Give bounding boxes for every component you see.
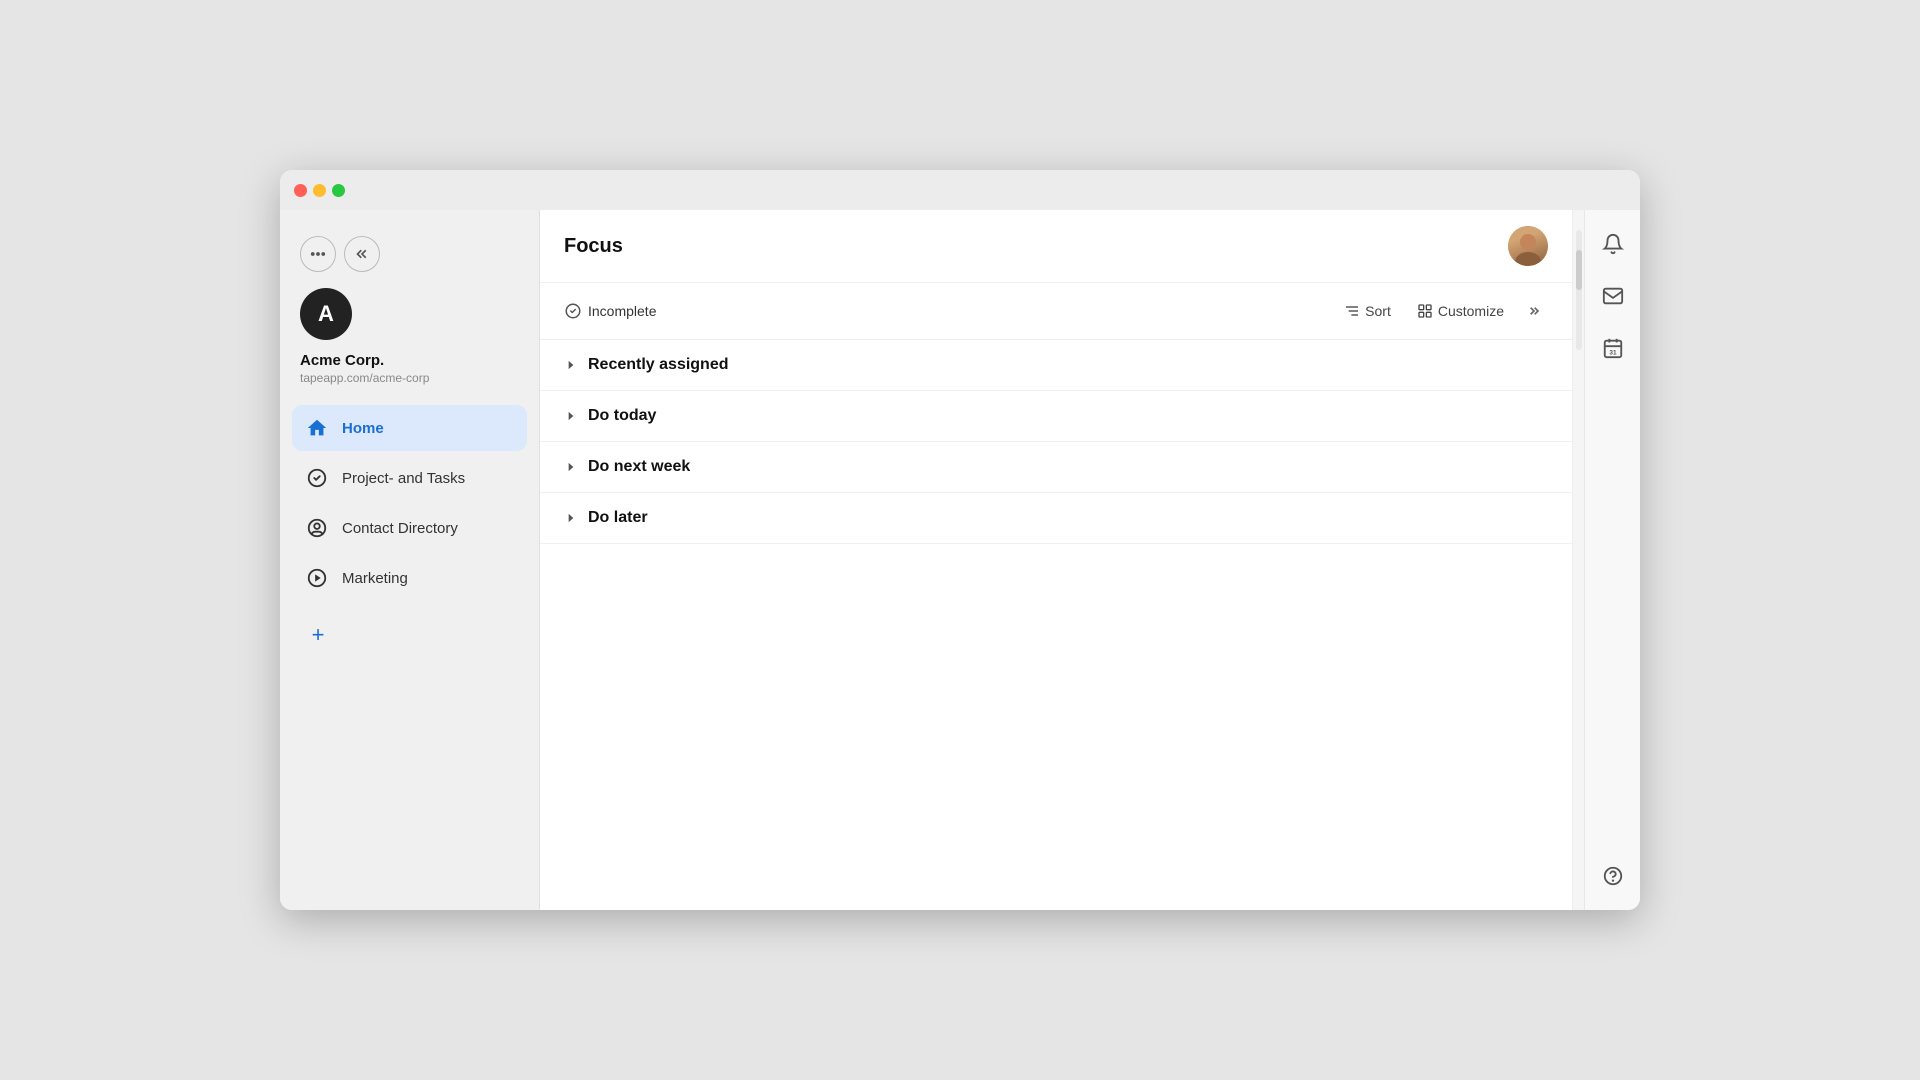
help-icon xyxy=(1602,865,1624,887)
task-group-header-do-later[interactable]: Do later xyxy=(564,493,1548,543)
main-header: Focus xyxy=(540,210,1572,283)
task-group-header-do-today[interactable]: Do today xyxy=(564,391,1548,441)
filter-left: Incomplete xyxy=(564,302,656,320)
customize-label: Customize xyxy=(1438,303,1504,319)
sort-button[interactable]: Sort xyxy=(1334,297,1401,325)
scrollbar-area xyxy=(1572,210,1584,910)
svg-text:31: 31 xyxy=(1609,349,1617,356)
filter-bar: Incomplete Sort xyxy=(540,283,1572,340)
sidebar-item-project-tasks-label: Project- and Tasks xyxy=(342,470,465,487)
sidebar-item-project-tasks[interactable]: Project- and Tasks xyxy=(292,455,527,501)
avatar-image xyxy=(1508,226,1548,266)
person-circle-icon xyxy=(304,515,330,541)
task-group-recently-assigned: Recently assigned xyxy=(540,340,1572,391)
task-group-title-do-today: Do today xyxy=(588,407,656,425)
circle-check-icon xyxy=(304,465,330,491)
chevron-right-icon xyxy=(564,511,578,525)
company-logo: A xyxy=(300,288,352,340)
sidebar-item-contact-directory-label: Contact Directory xyxy=(342,520,458,537)
task-group-header-do-next-week[interactable]: Do next week xyxy=(564,442,1548,492)
traffic-lights xyxy=(294,184,345,197)
minimize-button[interactable] xyxy=(313,184,326,197)
scrollbar-thumb[interactable] xyxy=(1576,250,1582,290)
calendar-icon: 31 xyxy=(1602,337,1624,359)
chevron-right-icon xyxy=(564,409,578,423)
task-group-do-next-week: Do next week xyxy=(540,442,1572,493)
status-filter[interactable]: Incomplete xyxy=(564,302,656,320)
home-icon xyxy=(304,415,330,441)
right-sidebar: 31 xyxy=(1584,210,1640,910)
close-button[interactable] xyxy=(294,184,307,197)
calendar-button[interactable]: 31 xyxy=(1595,330,1631,366)
main-content: Focus xyxy=(540,210,1572,910)
sidebar-item-marketing[interactable]: Marketing xyxy=(292,555,527,601)
task-list: Recently assigned Do today xyxy=(540,340,1572,910)
sidebar-item-home-label: Home xyxy=(342,420,384,437)
sidebar-header: A Acme Corp. tapeapp.com/acme-corp xyxy=(280,280,539,405)
sidebar-item-marketing-label: Marketing xyxy=(342,570,408,587)
maximize-button[interactable] xyxy=(332,184,345,197)
add-item-button[interactable]: + xyxy=(304,621,332,649)
task-group-do-today: Do today xyxy=(540,391,1572,442)
sidebar-add-section: + xyxy=(280,609,539,661)
mail-icon xyxy=(1602,285,1624,307)
user-avatar[interactable] xyxy=(1508,226,1548,266)
sidebar-item-home[interactable]: Home xyxy=(292,405,527,451)
sidebar-item-contact-directory[interactable]: Contact Directory xyxy=(292,505,527,551)
sidebar-topbar xyxy=(280,226,539,272)
mail-button[interactable] xyxy=(1595,278,1631,314)
help-button[interactable] xyxy=(1595,858,1631,894)
task-group-title-do-next-week: Do next week xyxy=(588,458,690,476)
page-title: Focus xyxy=(564,235,623,258)
expand-button[interactable] xyxy=(1520,297,1548,325)
chevron-right-icon xyxy=(564,460,578,474)
task-group-title-do-later: Do later xyxy=(588,509,648,527)
incomplete-icon xyxy=(564,302,582,320)
more-options-button[interactable] xyxy=(300,236,336,272)
company-name: Acme Corp. xyxy=(300,352,519,369)
titlebar xyxy=(280,170,1640,210)
app-window: A Acme Corp. tapeapp.com/acme-corp Home xyxy=(280,170,1640,910)
sidebar-nav: Home Project- and Tasks xyxy=(280,405,539,601)
customize-icon xyxy=(1417,303,1433,319)
task-group-title-recently-assigned: Recently assigned xyxy=(588,356,729,374)
app-body: A Acme Corp. tapeapp.com/acme-corp Home xyxy=(280,210,1640,910)
company-url: tapeapp.com/acme-corp xyxy=(300,371,519,385)
notifications-button[interactable] xyxy=(1595,226,1631,262)
sidebar: A Acme Corp. tapeapp.com/acme-corp Home xyxy=(280,210,540,910)
task-group-header-recently-assigned[interactable]: Recently assigned xyxy=(564,340,1548,390)
filter-right: Sort Customize xyxy=(1334,297,1548,325)
task-group-do-later: Do later xyxy=(540,493,1572,544)
sort-label: Sort xyxy=(1365,303,1391,319)
sort-icon xyxy=(1344,303,1360,319)
scrollbar-track[interactable] xyxy=(1576,230,1582,350)
chevron-right-icon xyxy=(564,358,578,372)
chevrons-right-icon xyxy=(1526,303,1542,319)
play-circle-icon xyxy=(304,565,330,591)
status-label: Incomplete xyxy=(588,303,656,319)
bell-icon xyxy=(1602,233,1624,255)
customize-button[interactable]: Customize xyxy=(1407,297,1514,325)
back-button[interactable] xyxy=(344,236,380,272)
